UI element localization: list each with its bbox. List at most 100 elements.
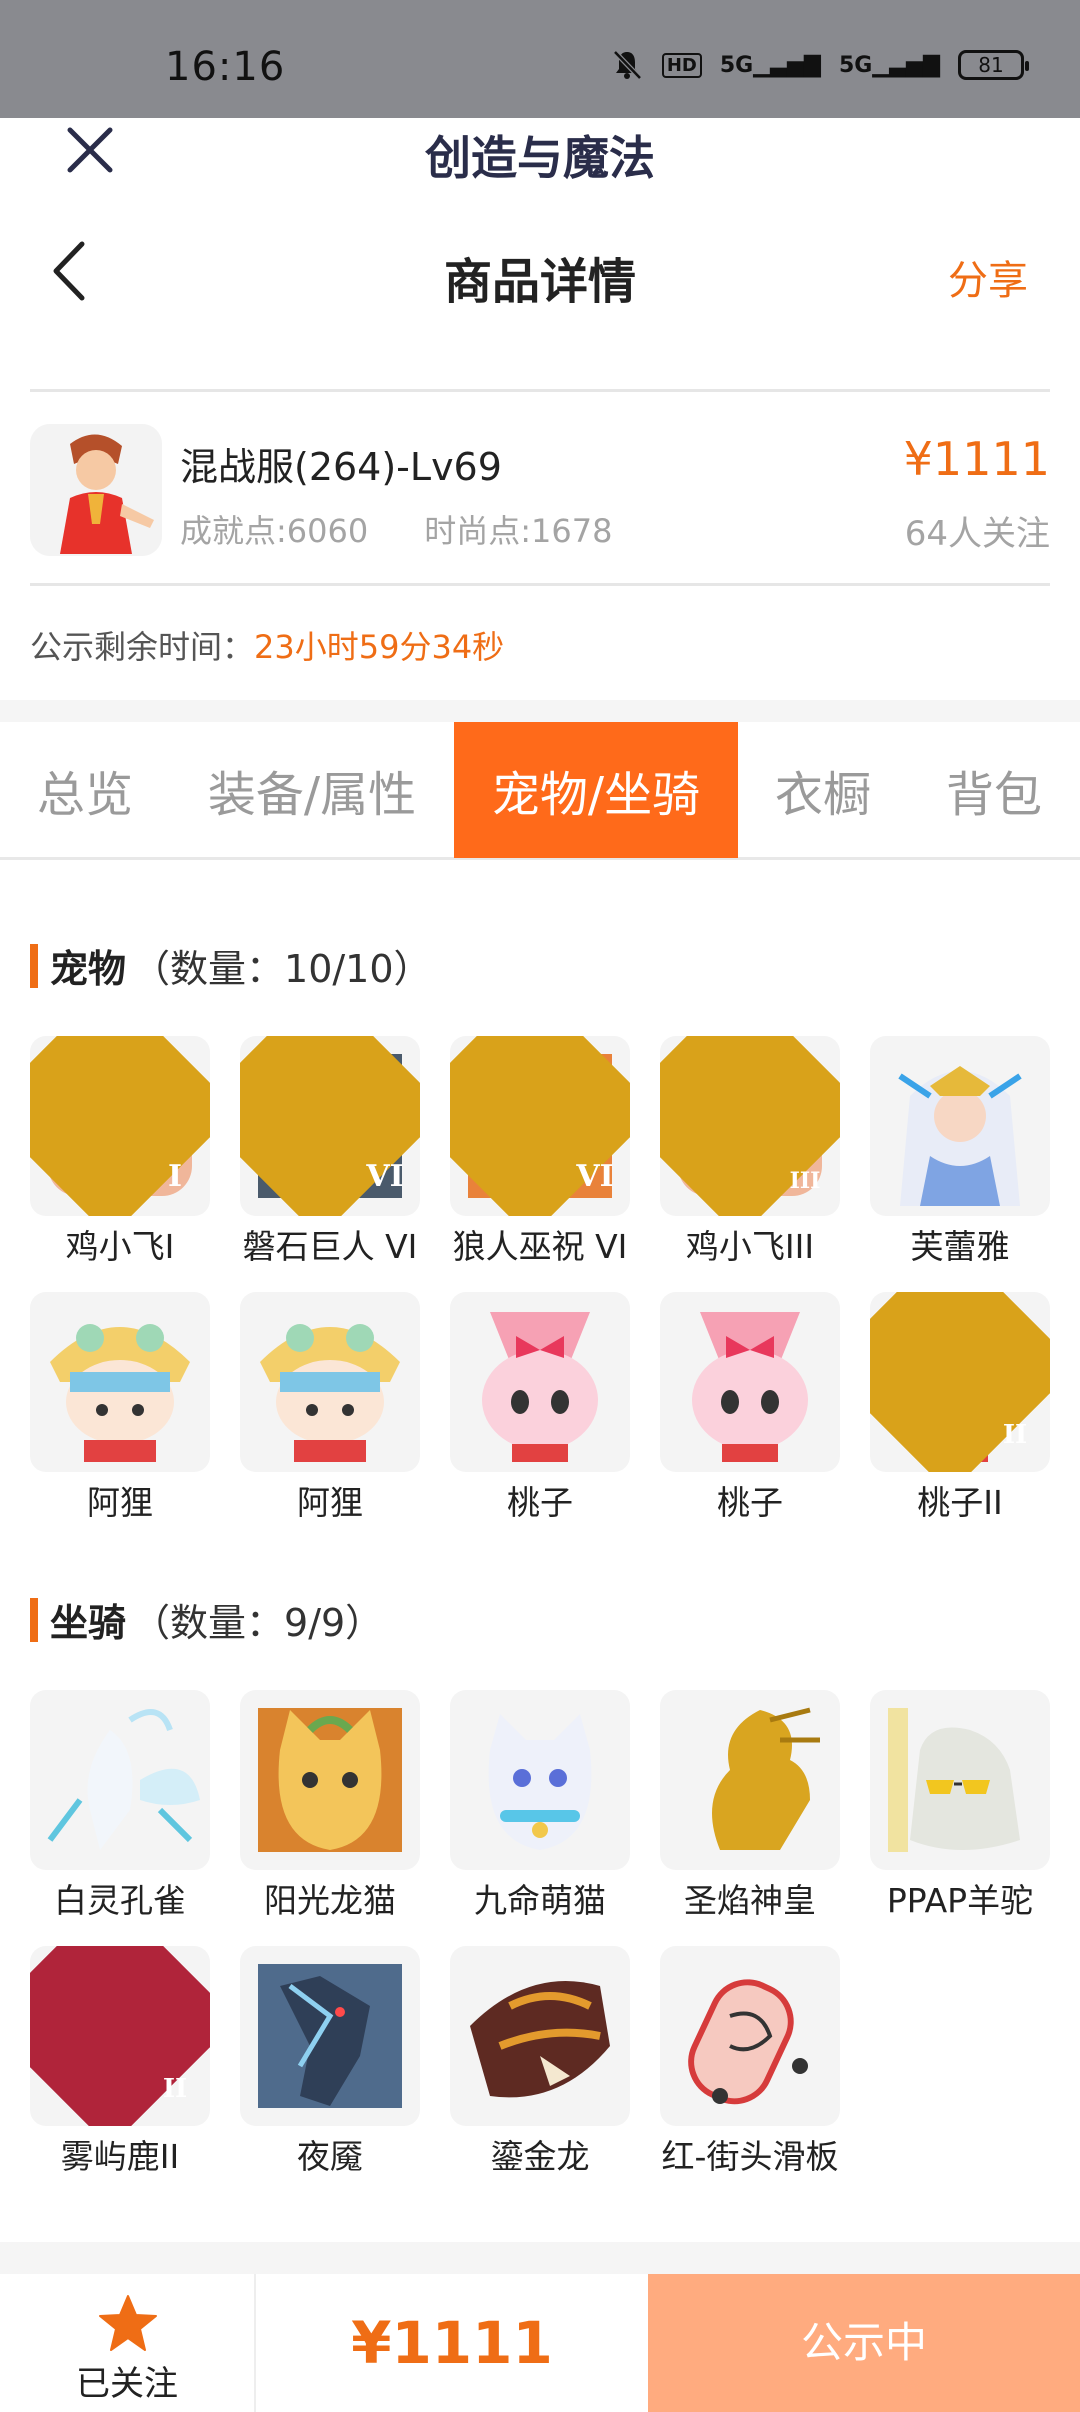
mount-name: 白灵孔雀 (54, 1881, 186, 1920)
pet-item[interactable]: 芙蕾雅 (870, 1036, 1050, 1292)
tab-wardrobe[interactable]: 衣橱 (738, 722, 908, 858)
achievement-points: 成就点:6060 (180, 512, 369, 550)
peach-bunny-pet-icon: II (870, 1292, 1050, 1472)
product-summary: 混战服(264)-Lv69 成就点:6060 时尚点:1678 ¥1111 64人… (30, 420, 1050, 586)
grade-badge-text: III (789, 1168, 821, 1194)
pet-name: 桃子 (507, 1483, 573, 1522)
signal-5g-icon-2: 5G▁▃▅▇ (838, 52, 940, 78)
mount-item[interactable]: PPAP羊驼 (870, 1690, 1050, 1946)
mount-item[interactable]: 夜魇 (240, 1946, 420, 2202)
mounts-grid: 白灵孔雀 阳光龙猫 九命萌猫 圣焰神皇 PPAP羊驼 II 雾屿鹿II 夜魇 鎏… (30, 1690, 1050, 2202)
mount-name: 九命萌猫 (474, 1881, 606, 1920)
bottom-divider (0, 2242, 1080, 2274)
publicity-status-button[interactable]: 公示中 (648, 2274, 1080, 2412)
section-accent-bar (30, 1597, 38, 1642)
pets-grid: I 鸡小飞I VI 磐石巨人 VI VI 狼人巫祝 VI III 鸡小飞III … (30, 1036, 1050, 1548)
peach-bunny-pet-icon (660, 1292, 840, 1472)
mount-name: PPAP羊驼 (886, 1881, 1034, 1920)
mount-item[interactable]: 鎏金龙 (450, 1946, 630, 2202)
scrolled-content-edge (30, 338, 1050, 392)
skateboard-mount-icon (660, 1946, 840, 2126)
alpaca-mount-icon (870, 1690, 1050, 1870)
pet-name: 狼人巫祝 VI (452, 1227, 628, 1266)
hd-icon: HD (661, 52, 702, 78)
product-price: ¥1111 (903, 432, 1050, 486)
product-points: 成就点:6060 时尚点:1678 (180, 506, 612, 552)
ali-pet-icon (30, 1292, 210, 1472)
tab-backpack[interactable]: 背包 (908, 722, 1080, 858)
pet-name: 芙蕾雅 (910, 1227, 1010, 1266)
network-5g-label: 5G (719, 52, 754, 78)
mount-name: 红-街头滑板 (661, 2137, 839, 2176)
pet-item[interactable]: 阿狸 (30, 1292, 210, 1548)
mount-item[interactable]: 红-街头滑板 (660, 1946, 840, 2202)
ali-pet-icon (240, 1292, 420, 1472)
product-name: 混战服(264)-Lv69 (180, 445, 502, 489)
mini-app-header: 创造与魔法 (0, 118, 1080, 202)
pet-name: 桃子 (717, 1483, 783, 1522)
white-peacock-mount-icon (30, 1690, 210, 1870)
follow-button[interactable]: 已关注 (0, 2274, 256, 2412)
pet-name: 桃子II (917, 1483, 1003, 1522)
mounts-count: （数量：9/9） (132, 1601, 384, 1645)
chick-pet-icon: III (660, 1036, 840, 1216)
mount-name: 雾屿鹿II (60, 2137, 180, 2176)
pet-item[interactable]: VI 磐石巨人 VI (240, 1036, 420, 1292)
publicity-countdown: 公示剩余时间：23小时59分34秒 (30, 622, 504, 668)
grade-badge-text: II (1002, 1420, 1028, 1450)
countdown-value: 23小时59分34秒 (254, 628, 505, 666)
mount-item[interactable]: 阳光龙猫 (240, 1690, 420, 1946)
mounts-section-title: 坐骑 （数量：9/9） (30, 1592, 383, 1647)
battery-icon: 81 (958, 50, 1029, 80)
share-button[interactable]: 分享 (948, 248, 1028, 306)
detail-tabs: 总览 装备/属性 宠物/坐骑 衣橱 背包 (0, 722, 1080, 860)
tab-overview[interactable]: 总览 (0, 722, 170, 858)
pet-name: 阿狸 (87, 1483, 153, 1522)
nightmare-horse-mount-icon (240, 1946, 420, 2126)
follow-label: 已关注 (76, 2364, 178, 2404)
pet-name: 阿狸 (297, 1483, 363, 1522)
grade-badge-text: II (162, 2074, 188, 2104)
mount-name: 圣焰神皇 (684, 1881, 816, 1920)
character-avatar (30, 424, 162, 556)
section-accent-bar (30, 943, 38, 988)
pet-item[interactable]: 阿狸 (240, 1292, 420, 1548)
pets-count: （数量：10/10） (132, 947, 432, 991)
grade-badge-text: I (167, 1159, 183, 1194)
mount-item[interactable]: 白灵孔雀 (30, 1690, 210, 1946)
mount-item[interactable]: II 雾屿鹿II (30, 1946, 210, 2202)
mount-item[interactable]: 圣焰神皇 (660, 1690, 840, 1946)
rock-giant-pet-icon: VI (240, 1036, 420, 1216)
pet-name: 鸡小飞III (685, 1227, 815, 1266)
tab-pets-mounts[interactable]: 宠物/坐骑 (454, 722, 738, 858)
mount-name: 鎏金龙 (490, 2137, 590, 2176)
pets-section-title: 宠物 （数量：10/10） (30, 938, 432, 993)
countdown-label: 公示剩余时间： (30, 628, 255, 666)
sunny-totoro-mount-icon (240, 1690, 420, 1870)
pet-item[interactable]: VI 狼人巫祝 VI (450, 1036, 630, 1292)
status-icons: HD 5G▁▃▅▇ 5G▁▃▅▇ 81 (610, 48, 1029, 82)
grade-badge-text: VI (576, 1159, 614, 1194)
freya-pet-icon (870, 1036, 1050, 1216)
mute-bell-icon (613, 50, 642, 80)
signal-5g-icon: 5G▁▃▅▇ (719, 52, 821, 78)
follower-count: 64人关注 (904, 514, 1050, 554)
pet-name: 鸡小飞I (65, 1227, 175, 1266)
nav-bar: 商品详情 分享 (0, 202, 1080, 338)
pet-item[interactable]: 桃子 (450, 1292, 630, 1548)
section-divider (0, 700, 1080, 722)
pet-item[interactable]: I 鸡小飞I (30, 1036, 210, 1292)
pets-title: 宠物 (50, 947, 127, 991)
pet-item[interactable]: 桃子 (660, 1292, 840, 1548)
system-status-bar: 16:16 HD 5G▁▃▅▇ 5G▁▃▅▇ 81 (0, 0, 1080, 118)
mount-name: 阳光龙猫 (264, 1881, 396, 1920)
mini-app-title: 创造与魔法 (425, 131, 655, 185)
pet-item[interactable]: II 桃子II (870, 1292, 1050, 1548)
mount-name: 夜魇 (297, 2137, 363, 2176)
bottom-action-bar: 已关注 ¥1111 公示中 (0, 2274, 1080, 2412)
pet-item[interactable]: III 鸡小飞III (660, 1036, 840, 1292)
mount-item[interactable]: 九命萌猫 (450, 1690, 630, 1946)
tab-equipment[interactable]: 装备/属性 (170, 722, 454, 858)
grade-badge-text: VI (366, 1159, 404, 1194)
peach-bunny-pet-icon (450, 1292, 630, 1472)
